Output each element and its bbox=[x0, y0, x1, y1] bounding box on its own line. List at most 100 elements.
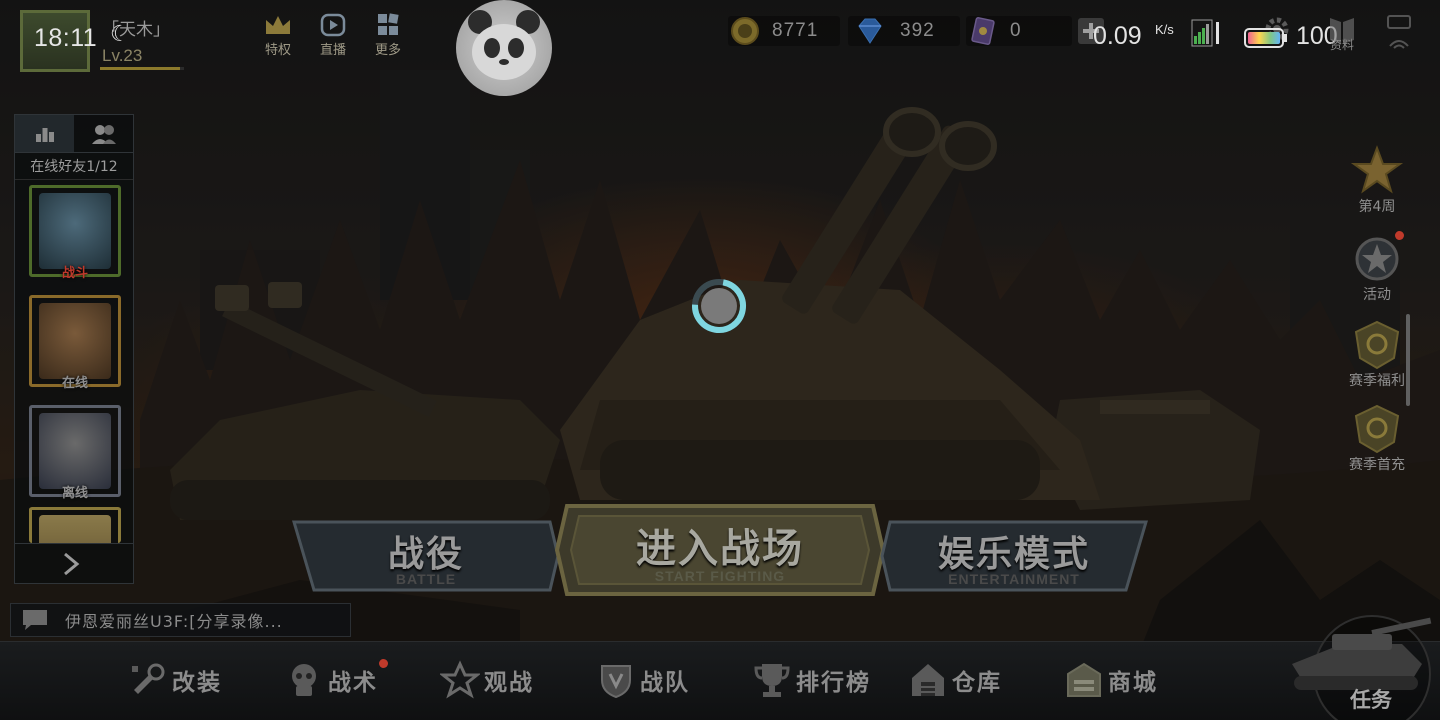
chat-bar[interactable]: 伊恩爱丽丝U3F:[分享录像... bbox=[10, 603, 351, 637]
tab-ranking[interactable] bbox=[15, 115, 74, 152]
friends-icon bbox=[91, 124, 116, 144]
season-reward-icon bbox=[1354, 320, 1400, 370]
live-stream-label: 直播 bbox=[319, 43, 346, 58]
season-reward-button[interactable]: 赛季福利 bbox=[1342, 318, 1412, 390]
network-speed: 0.09 bbox=[1093, 22, 1142, 50]
activity-label: 活动 bbox=[1363, 287, 1391, 303]
panda-logo[interactable] bbox=[456, 0, 552, 96]
chevron-right-icon bbox=[64, 552, 80, 575]
nav-spectate[interactable]: 观战 bbox=[440, 656, 534, 704]
grid-icon bbox=[378, 13, 399, 35]
entertainment-sublabel: ENTERTAINMENT bbox=[948, 571, 1080, 587]
friend-status: 在线 bbox=[61, 376, 88, 391]
more-label: 更多 bbox=[374, 43, 401, 58]
network-speed-unit: K/s bbox=[1155, 22, 1174, 37]
friend-avatar bbox=[39, 303, 111, 379]
battery-icon bbox=[1244, 28, 1287, 48]
season-recharge-icon bbox=[1354, 404, 1400, 454]
start-fighting-sublabel: START FIGHTING bbox=[654, 568, 786, 584]
campaign-label: 战役 bbox=[387, 534, 464, 575]
gold-amount: 8771 bbox=[772, 20, 819, 41]
more-button[interactable]: 更多 bbox=[365, 12, 411, 58]
card-amount: 0 bbox=[1010, 20, 1022, 41]
friend-avatar bbox=[39, 515, 111, 543]
shop-icon bbox=[1067, 662, 1101, 697]
weekly-rank-label: 第4周 bbox=[1358, 199, 1396, 215]
chat-message: 伊恩爱丽丝U3F:[分享录像... bbox=[65, 612, 283, 631]
nav-shop[interactable]: 商城 bbox=[1064, 656, 1158, 704]
side-menu-scrollbar[interactable] bbox=[1406, 314, 1410, 406]
nav-warehouse-label: 仓库 bbox=[952, 670, 1002, 696]
crown-icon bbox=[266, 16, 290, 34]
star-rank-icon bbox=[1350, 145, 1404, 194]
weekly-rank-button[interactable]: 第4周 bbox=[1342, 144, 1412, 216]
tactics-notification-dot bbox=[379, 659, 388, 668]
play-icon bbox=[320, 13, 346, 37]
privilege-label: 特权 bbox=[264, 43, 291, 58]
diamond-amount: 392 bbox=[900, 20, 935, 41]
activity-notification-dot bbox=[1395, 231, 1404, 240]
panda-icon bbox=[468, 10, 540, 80]
friends-panel: 在线好友1/12 战斗 在线 离线 bbox=[14, 114, 134, 584]
bar-chart-icon bbox=[35, 127, 54, 142]
privilege-button[interactable]: 特权 bbox=[255, 12, 301, 58]
player-level: Lv.23 bbox=[102, 46, 143, 65]
online-friends-count: 在线好友1/12 bbox=[15, 153, 133, 180]
entertainment-mode-button[interactable]: 娱乐模式 ENTERTAINMENT bbox=[880, 518, 1148, 594]
start-fighting-label: 进入战场 bbox=[636, 526, 804, 572]
wifi-icon bbox=[1387, 15, 1411, 49]
diamond-icon bbox=[858, 18, 882, 44]
friend-card[interactable]: 在线 bbox=[29, 295, 121, 391]
friend-card[interactable]: 离线 bbox=[29, 405, 121, 501]
friend-card[interactable] bbox=[29, 507, 121, 543]
card-resource[interactable]: 0 bbox=[968, 16, 1022, 46]
level-progress-bar bbox=[100, 67, 184, 70]
season-recharge-button[interactable]: 赛季首充 bbox=[1342, 402, 1412, 474]
start-fighting-button[interactable]: 进入战场 START FIGHTING bbox=[553, 504, 887, 596]
nav-leaderboard-label: 排行榜 bbox=[796, 670, 871, 696]
tab-friends[interactable] bbox=[74, 115, 133, 152]
friends-tabs bbox=[15, 115, 133, 153]
season-recharge-label: 赛季首充 bbox=[1349, 457, 1405, 473]
chat-bubble-icon bbox=[23, 610, 47, 630]
gold-coin-icon bbox=[731, 17, 759, 45]
modify-icon bbox=[132, 663, 165, 694]
player-name[interactable]: 「天木」 bbox=[102, 15, 170, 40]
status-time: 18:11 bbox=[34, 24, 98, 52]
friends-expand-button[interactable] bbox=[15, 543, 133, 583]
warehouse-icon bbox=[912, 664, 944, 696]
nav-modify[interactable]: 改装 bbox=[128, 656, 222, 704]
friend-status: 离线 bbox=[61, 486, 88, 501]
friend-avatar bbox=[39, 193, 111, 269]
task-label[interactable]: 任务 bbox=[1350, 684, 1392, 714]
nav-leaderboard[interactable]: 排行榜 bbox=[752, 656, 871, 704]
nav-team-label: 战队 bbox=[640, 670, 690, 696]
campaign-sublabel: BATTLE bbox=[395, 571, 457, 587]
friend-card[interactable]: 战斗 bbox=[29, 185, 121, 281]
activity-button[interactable]: 活动 bbox=[1342, 232, 1412, 304]
entertainment-label: 娱乐模式 bbox=[937, 534, 1090, 575]
trophy-icon bbox=[754, 664, 790, 697]
cellular-signal-icon bbox=[1191, 19, 1219, 47]
nav-team[interactable]: 战队 bbox=[596, 656, 690, 704]
nav-tactics-label: 战术 bbox=[328, 670, 378, 696]
nav-shop-label: 商城 bbox=[1108, 670, 1158, 696]
campaign-mode-button[interactable]: 战役 BATTLE bbox=[292, 518, 560, 594]
gold-resource[interactable]: 8771 bbox=[730, 16, 818, 46]
diamond-resource[interactable]: 392 bbox=[852, 16, 935, 46]
spectate-icon bbox=[440, 660, 480, 699]
profile-label: 资料 bbox=[1330, 38, 1355, 52]
team-icon bbox=[601, 665, 631, 699]
friend-status: 战斗 bbox=[61, 266, 88, 281]
nav-modify-label: 改装 bbox=[172, 670, 222, 696]
activity-star-icon bbox=[1355, 237, 1399, 281]
friend-avatar bbox=[39, 413, 111, 489]
level-progress-fill bbox=[100, 67, 180, 70]
tactics-icon bbox=[292, 664, 316, 696]
nav-tactics[interactable]: 战术 bbox=[284, 656, 378, 704]
nav-spectate-label: 观战 bbox=[484, 670, 534, 696]
nav-warehouse[interactable]: 仓库 bbox=[908, 656, 1002, 704]
season-reward-label: 赛季福利 bbox=[1349, 373, 1405, 389]
live-stream-button[interactable]: 直播 bbox=[310, 12, 356, 58]
loading-spinner-icon bbox=[692, 279, 746, 333]
